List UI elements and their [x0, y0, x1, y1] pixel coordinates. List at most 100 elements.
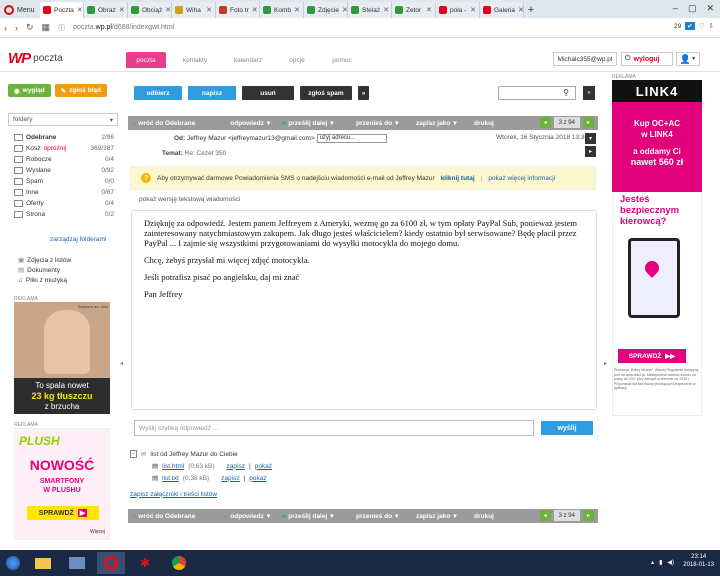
forward-button[interactable]: ◂ prześlij dalej ▾	[282, 116, 334, 130]
tray-up-icon[interactable]: ▴	[651, 559, 654, 566]
prev-message-button[interactable]: ◂	[539, 117, 551, 128]
report-bug-button[interactable]: ✎ zgłoś błąd	[54, 84, 107, 97]
reply-button[interactable]: ◂ odpowiedz ▾	[224, 116, 270, 130]
download-icon[interactable]: ⇩	[709, 22, 714, 30]
back-icon[interactable]: ‹	[4, 23, 7, 33]
collapse-thread-icon[interactable]: −	[130, 450, 137, 458]
adblock-counter[interactable]: 29	[674, 23, 681, 30]
music-folder[interactable]: ♫ Pliki z muzyką	[18, 275, 71, 285]
save-all-attachments-link[interactable]: zapisz załączniki i treści listów	[130, 491, 217, 498]
folder-item[interactable]: Kosz opróżnij 369/387	[14, 143, 114, 154]
sms-click-here-link[interactable]: kliknij tutaj	[441, 175, 475, 182]
prev-message-button[interactable]: ◂	[539, 510, 551, 521]
close-tab-icon[interactable]: ✕	[165, 6, 171, 14]
close-tab-icon[interactable]: ✕	[294, 6, 300, 14]
browser-tab[interactable]: Poczta ✕	[40, 2, 84, 18]
receive-button[interactable]: odbierz	[134, 86, 182, 100]
documents-folder[interactable]: ▤ Dokumenty	[18, 265, 71, 275]
sms-more-info-link[interactable]: pokaż więcej informacji	[488, 175, 555, 182]
more-actions-button[interactable]: »	[358, 86, 369, 100]
minimize-icon[interactable]: –	[673, 0, 678, 16]
next-message-button[interactable]: ▸	[583, 510, 594, 521]
next-header-button[interactable]: ▸	[585, 146, 596, 157]
forward-icon[interactable]: ›	[15, 23, 18, 33]
folder-item[interactable]: Inne 0/67	[14, 187, 114, 198]
folder-item[interactable]: Odebrane 2/96	[14, 132, 114, 143]
taskbar-media[interactable]	[63, 552, 91, 574]
text-version-link[interactable]: pokaż wersję tekstową wiadomości	[139, 196, 240, 203]
volume-icon[interactable]: ◀)	[667, 559, 674, 566]
user-menu-button[interactable]: 👤 ▼	[676, 52, 700, 66]
close-tab-icon[interactable]: ✕	[77, 6, 83, 14]
url-field[interactable]: poczta.wp.pl/d688/indexgwt.html	[73, 24, 174, 31]
forward-button-bottom[interactable]: ◂ prześlij dalej ▾	[282, 509, 334, 523]
taskbar-chrome[interactable]	[165, 552, 193, 574]
browser-tab[interactable]: Galeria ✕	[480, 2, 524, 18]
browser-tab[interactable]: Zdjęcie ✕	[304, 2, 348, 18]
collapse-sidebar-icon[interactable]: ◂	[120, 360, 123, 367]
browser-tab[interactable]: Obraz ✕	[84, 2, 128, 18]
collapse-right-icon[interactable]: ▸	[604, 360, 607, 367]
reload-icon[interactable]: ↻	[26, 22, 34, 33]
sidebar-ad-belly[interactable]: Sephora art. disc To spala nowet 23 kg t…	[14, 302, 110, 414]
start-button[interactable]	[0, 550, 26, 576]
folder-item[interactable]: Spam 0/0	[14, 176, 114, 187]
photos-folder[interactable]: ▣ Zdjęcia z listów	[18, 255, 71, 265]
save-as-button[interactable]: zapisz jako ▾	[416, 116, 457, 130]
browser-tab[interactable]: Zetor ✕	[392, 2, 436, 18]
heart-icon[interactable]: ♡	[699, 22, 705, 30]
print-button-bottom[interactable]: drukuj	[474, 509, 494, 523]
nav-tab-opcje[interactable]: opcje	[280, 52, 314, 68]
manage-folders-link[interactable]: zarządzaj folderami	[50, 236, 106, 243]
write-button[interactable]: napisz	[188, 86, 236, 100]
folder-item[interactable]: Oferty 0/4	[14, 198, 114, 209]
taskbar-clock[interactable]: 23:14 2018-01-13	[683, 553, 714, 569]
close-tab-icon[interactable]: ✕	[426, 6, 432, 14]
taskbar-opera[interactable]	[97, 552, 125, 574]
report-spam-button[interactable]: zgłoś spam	[300, 86, 352, 100]
empty-trash-link[interactable]: opróżnij	[43, 145, 66, 152]
close-tab-icon[interactable]: ✕	[470, 6, 476, 14]
link4-cta-button[interactable]: SPRAWDŹ ▶▶	[618, 349, 686, 363]
close-tab-icon[interactable]: ✕	[518, 6, 523, 14]
logout-button[interactable]: ⏻ wyloguj	[621, 52, 673, 66]
folder-item[interactable]: Robocze 0/4	[14, 154, 114, 165]
nav-tab-poczta[interactable]: poczta	[126, 52, 166, 68]
folder-item[interactable]: Strona 0/2	[14, 209, 114, 220]
close-tab-icon[interactable]: ✕	[119, 6, 125, 14]
close-tab-icon[interactable]: ✕	[206, 6, 212, 14]
shield-icon[interactable]: ✔	[685, 22, 695, 30]
send-quick-reply-button[interactable]: wyślij	[541, 421, 593, 435]
nav-tab-kontakty[interactable]: kontakty	[173, 52, 217, 68]
close-tab-icon[interactable]: ✕	[252, 6, 258, 14]
browser-tab[interactable]: Wiha ✕	[172, 2, 216, 18]
sender[interactable]: Jeffrey Mazur <jeffreymazur13@gmail.com>	[187, 135, 315, 142]
folders-dropdown[interactable]: foldery ▾	[8, 113, 118, 126]
close-tab-icon[interactable]: ✕	[342, 6, 347, 14]
print-button[interactable]: drukuj	[474, 116, 494, 130]
speed-dial-icon[interactable]: ▦	[42, 22, 51, 33]
expand-header-button[interactable]: ▾	[585, 133, 596, 144]
move-to-button-bottom[interactable]: przenieś do ▾	[356, 509, 398, 523]
delete-button[interactable]: usuń	[242, 86, 294, 100]
plush-cta-button[interactable]: SPRAWDŹ ▶	[27, 506, 99, 520]
network-icon[interactable]: ▮	[659, 559, 662, 566]
mail-search-input[interactable]: ⚲	[498, 86, 576, 100]
quick-reply-input[interactable]: Wyślij szybką odpowiedź ...	[134, 420, 534, 436]
sidebar-ad-plush[interactable]: PLUSH NOWOŚĆ SMARTFONY W PLUSHU SPRAWDŹ ▶ …	[14, 428, 110, 540]
opera-menu-button[interactable]: Menu	[0, 2, 40, 18]
folder-item[interactable]: Wysłane 0/92	[14, 165, 114, 176]
browser-tab[interactable]: Stelaż ✕	[348, 2, 392, 18]
move-to-button[interactable]: przenieś do ▾	[356, 116, 398, 130]
browser-tab[interactable]: Foto tr ✕	[216, 2, 260, 18]
reply-button-bottom[interactable]: ◂ odpowiedz ▾	[224, 509, 270, 523]
browser-tab[interactable]: Komb ✕	[260, 2, 304, 18]
close-tab-icon[interactable]: ✕	[383, 6, 389, 14]
back-to-inbox-button-bottom[interactable]: ◂ wróć do Odebrane	[132, 509, 195, 523]
browser-tab[interactable]: pola - ✕	[436, 2, 480, 18]
browser-tab[interactable]: Obciąż ✕	[128, 2, 172, 18]
back-to-inbox-button[interactable]: ◂ wróć do Odebrane	[132, 116, 195, 130]
search-go-button[interactable]: »	[583, 86, 595, 100]
taskbar-app[interactable]: ✱	[131, 552, 159, 574]
close-window-icon[interactable]: ✕	[706, 0, 714, 16]
